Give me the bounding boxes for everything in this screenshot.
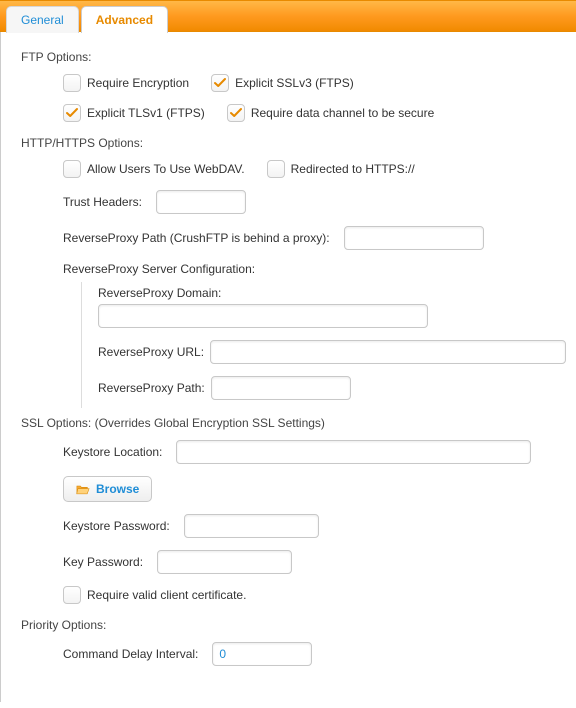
allow-webdav-label: Allow Users To Use WebDAV. — [87, 162, 245, 176]
explicit-sslv3-label: Explicit SSLv3 (FTPS) — [235, 76, 354, 90]
require-valid-cert-checkbox[interactable] — [63, 586, 81, 604]
require-valid-cert-label: Require valid client certificate. — [87, 588, 246, 602]
command-delay-label: Command Delay Interval: — [63, 647, 198, 661]
advanced-panel: FTP Options: Require Encryption Explicit… — [0, 32, 576, 702]
reverseproxy-path-label: ReverseProxy Path (CrushFTP is behind a … — [63, 231, 330, 245]
require-data-secure-checkbox[interactable] — [227, 104, 245, 122]
browse-button-label: Browse — [96, 482, 139, 496]
tab-strip: General Advanced — [6, 5, 170, 32]
tab-advanced[interactable]: Advanced — [81, 6, 168, 33]
redirected-https-checkbox[interactable] — [267, 160, 285, 178]
keystore-location-label: Keystore Location: — [63, 445, 162, 459]
redirected-https-label: Redirected to HTTPS:// — [291, 162, 415, 176]
keystore-password-label: Keystore Password: — [63, 519, 170, 533]
explicit-tlsv1-checkbox[interactable] — [63, 104, 81, 122]
keystore-password-input[interactable] — [184, 514, 319, 538]
keystore-location-input[interactable] — [176, 440, 531, 464]
tab-general[interactable]: General — [6, 6, 79, 33]
reverseproxy-url-input[interactable] — [210, 340, 566, 364]
folder-open-icon — [76, 484, 90, 495]
priority-section-label: Priority Options: — [1, 610, 576, 636]
reverseproxy-path2-input[interactable] — [211, 376, 351, 400]
http-section-label: HTTP/HTTPS Options: — [1, 128, 576, 154]
key-password-label: Key Password: — [63, 555, 143, 569]
explicit-tlsv1-label: Explicit TLSv1 (FTPS) — [87, 106, 205, 120]
reverseproxy-path2-label: ReverseProxy Path: — [98, 381, 205, 395]
require-encryption-label: Require Encryption — [87, 76, 189, 90]
reverseproxy-path-input[interactable] — [344, 226, 484, 250]
key-password-input[interactable] — [157, 550, 292, 574]
explicit-sslv3-checkbox[interactable] — [211, 74, 229, 92]
reverseproxy-url-label: ReverseProxy URL: — [98, 345, 204, 359]
top-bar: General Advanced — [0, 0, 576, 32]
allow-webdav-checkbox[interactable] — [63, 160, 81, 178]
trust-headers-input[interactable] — [156, 190, 246, 214]
trust-headers-label: Trust Headers: — [63, 195, 142, 209]
ssl-section-label: SSL Options: (Overrides Global Encryptio… — [1, 408, 576, 434]
ftp-section-label: FTP Options: — [1, 42, 576, 68]
reverseproxy-server-config-label: ReverseProxy Server Configuration: — [63, 262, 255, 276]
reverseproxy-domain-input[interactable] — [98, 304, 428, 328]
require-data-secure-label: Require data channel to be secure — [251, 106, 434, 120]
require-encryption-checkbox[interactable] — [63, 74, 81, 92]
command-delay-input[interactable] — [212, 642, 312, 666]
browse-button[interactable]: Browse — [63, 476, 152, 502]
reverseproxy-domain-label: ReverseProxy Domain: — [98, 286, 221, 300]
